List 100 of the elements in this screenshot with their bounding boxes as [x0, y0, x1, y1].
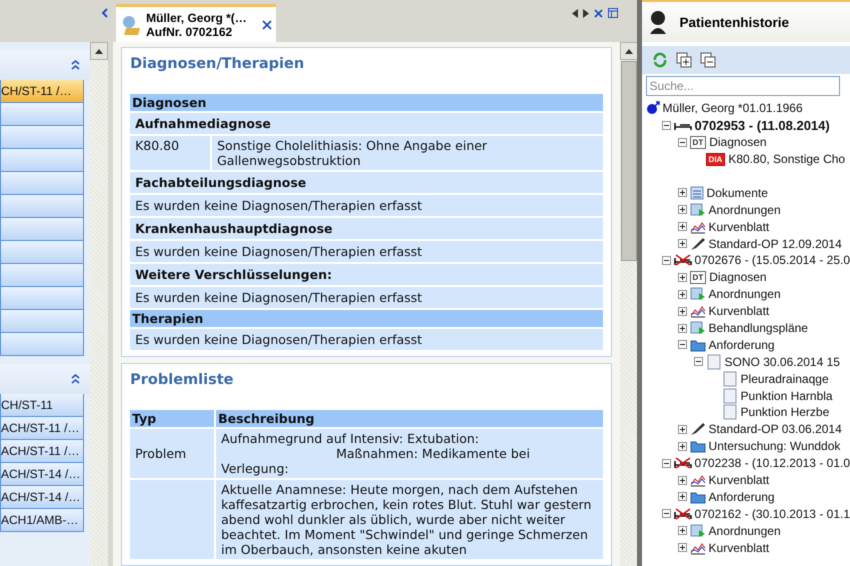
collapse-toggle[interactable]: [678, 138, 687, 147]
expand-toggle[interactable]: [678, 492, 687, 502]
expand-toggle[interactable]: [678, 526, 687, 536]
page-icon: [722, 388, 738, 404]
expand-toggle[interactable]: [678, 290, 687, 299]
expand-toggle[interactable]: [678, 324, 687, 333]
expand-all-button[interactable]: [674, 50, 694, 70]
scalpel-icon: [690, 236, 706, 251]
scrollbar[interactable]: [90, 42, 108, 566]
sidebar-item[interactable]: [0, 103, 84, 126]
sidebar-item[interactable]: [0, 126, 84, 149]
window-icon[interactable]: [608, 8, 618, 18]
sidebar-item[interactable]: ACH/ST-14 /…: [0, 486, 84, 509]
sidebar-item[interactable]: [0, 241, 84, 264]
sidebar-item[interactable]: [0, 333, 84, 356]
tree-item[interactable]: Behandlungspläne: [708, 321, 808, 336]
expand-toggle[interactable]: [678, 205, 687, 214]
sidebar-item[interactable]: [0, 149, 84, 172]
expand-toggle[interactable]: [678, 272, 687, 282]
tree-item[interactable]: Punktion Harnbla: [740, 388, 833, 403]
tree-item[interactable]: Kurvenblatt: [708, 220, 770, 234]
tree-item[interactable]: Müller, Georg *01.01.1966: [662, 101, 803, 116]
sidebar-item[interactable]: ACH/ST-14 /…: [0, 463, 84, 486]
collapse-all-button[interactable]: [698, 50, 718, 70]
tree-item[interactable]: 0702162 - (30.10.2013 - 01.1: [694, 506, 850, 521]
sidebar-item[interactable]: ACH/ST-11 /…: [0, 440, 84, 463]
plus-icon: [678, 206, 686, 214]
tree-item[interactable]: SONO 30.06.2014 15: [724, 354, 840, 369]
tree-item[interactable]: Diagnosen: [709, 135, 767, 150]
expand-toggle[interactable]: [678, 239, 687, 248]
expand-toggle[interactable]: [678, 543, 687, 552]
sidebar-item[interactable]: [0, 287, 84, 310]
expand-toggle[interactable]: [678, 476, 687, 485]
sidebar-item[interactable]: CH/ST-11 /…: [0, 80, 84, 103]
tree-item[interactable]: 0702676 - (15.05.2014 - 25.0: [694, 253, 850, 268]
expand-toggle[interactable]: [678, 442, 687, 451]
list-play-icon: [690, 321, 706, 336]
collapse-toggle[interactable]: [662, 458, 671, 468]
table-cell: Aufnahmegrund auf Intensiv: Extubation: Maßnahmen: Medikamente bei Verlegung:: [216, 429, 603, 478]
tree-item[interactable]: Punktion Herzbe: [740, 405, 830, 420]
sidebar-item[interactable]: ACH/ST-11 /…: [0, 417, 84, 440]
crossed-bed-icon: [674, 508, 692, 520]
expand-toggle[interactable]: [678, 306, 687, 316]
tree-item[interactable]: 0702953 - (11.08.2014): [694, 118, 830, 133]
empty-note: Es wurden keine Diagnosen/Therapien erfasst: [130, 329, 603, 350]
card-title: Diagnosen/Therapien: [130, 56, 306, 72]
tree-item[interactable]: Dokumente: [706, 186, 768, 200]
tree-item[interactable]: Anordnungen: [708, 524, 781, 538]
tree-item[interactable]: Standard-OP 03.06.2014: [708, 422, 842, 436]
line-chart-icon: [690, 304, 706, 318]
empty-note: Es wurden keine Diagnosen/Therapien erfasst: [130, 195, 603, 216]
document-tab[interactable]: Müller, Georg *(… AufNr. 0702162: [116, 4, 276, 42]
plus-icon: [678, 476, 686, 484]
collapse-left-icon[interactable]: [101, 8, 110, 18]
collapse-toggle[interactable]: [678, 340, 687, 350]
tree-item[interactable]: Anordnungen: [708, 287, 781, 302]
tree-item[interactable]: 0702238 - (10.12.2013 - 01.0: [694, 456, 850, 470]
document-type-icon: DT: [690, 270, 706, 284]
tree-item[interactable]: K80.80, Sonstige Cho: [728, 152, 846, 166]
folder-icon: [690, 338, 706, 352]
line-chart-icon: [690, 473, 706, 488]
previous-icon[interactable]: [572, 8, 578, 18]
sidebar-item[interactable]: ACH1/AMB-…: [0, 509, 84, 532]
expand-toggle[interactable]: [678, 424, 687, 434]
column-header: Beschreibung: [216, 410, 603, 427]
sidebar-item[interactable]: [0, 264, 84, 287]
expand-toggle[interactable]: [678, 188, 687, 198]
empty-note: Es wurden keine Diagnosen/Therapien erfasst: [130, 287, 603, 308]
sidebar-item[interactable]: CH/ST-11: [0, 394, 84, 417]
scrollbar[interactable]: [620, 42, 638, 566]
tree-item[interactable]: Anforderung: [708, 338, 775, 352]
tree-item[interactable]: Anordnungen: [708, 202, 781, 217]
tree-item[interactable]: Kurvenblatt: [708, 304, 770, 318]
collapse-toggle[interactable]: [662, 120, 671, 130]
tree-item[interactable]: Standard-OP 12.09.2014: [708, 236, 842, 251]
expand-toggle[interactable]: [678, 222, 687, 232]
sidebar-item[interactable]: [0, 195, 84, 218]
close-icon[interactable]: [594, 8, 603, 18]
scroll-up-icon[interactable]: [95, 48, 104, 54]
tree-item[interactable]: Diagnosen: [709, 270, 767, 284]
scroll-up-icon[interactable]: [624, 48, 633, 54]
tree-item[interactable]: Kurvenblatt: [708, 473, 770, 488]
double-chevron-icon: [71, 374, 80, 384]
tree-item[interactable]: Kurvenblatt: [708, 540, 770, 555]
section-header: Diagnosen: [130, 94, 603, 111]
tree-item[interactable]: Pleuradrainaqge: [740, 372, 829, 386]
collapse-toggle[interactable]: [662, 256, 671, 265]
tree-item[interactable]: Untersuchung: Wunddok: [708, 439, 840, 454]
search-field[interactable]: Suche...: [646, 76, 840, 96]
close-icon[interactable]: [262, 20, 272, 30]
collapse-toggle[interactable]: [694, 357, 703, 366]
tree-item[interactable]: Anforderung: [708, 490, 775, 504]
sidebar-item[interactable]: [0, 310, 84, 333]
next-icon[interactable]: [582, 8, 589, 18]
sidebar-item[interactable]: [0, 218, 84, 241]
plus-icon: [678, 527, 686, 534]
sidebar-item[interactable]: [0, 172, 84, 195]
male-symbol-icon: [646, 101, 660, 116]
collapse-toggle[interactable]: [662, 509, 671, 518]
subheading-row: Krankenhaushauptdiagnose: [130, 218, 603, 239]
